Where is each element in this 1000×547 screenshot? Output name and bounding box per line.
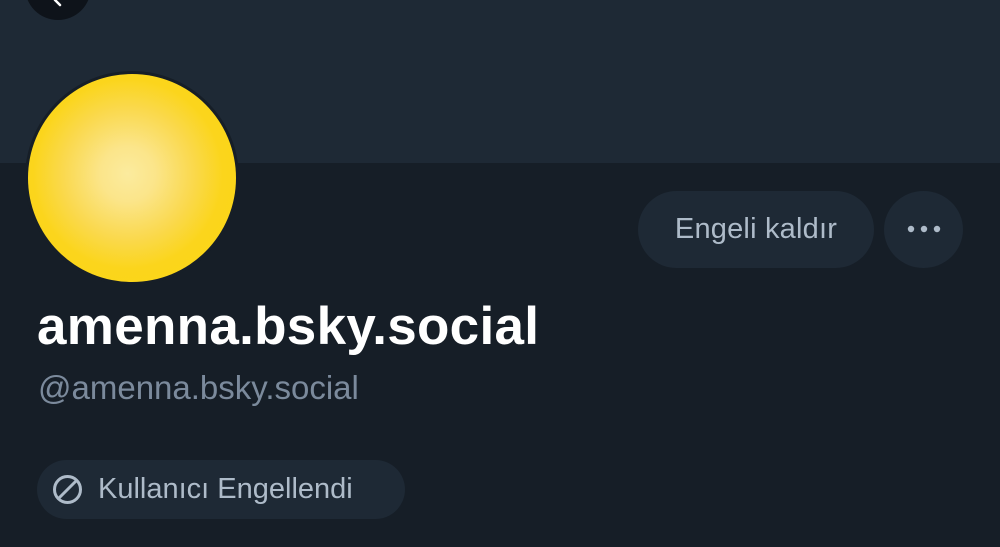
block-icon bbox=[52, 474, 83, 505]
profile-handle: @amenna.bsky.social bbox=[38, 369, 359, 406]
more-options-button[interactable] bbox=[884, 191, 963, 268]
unblock-button[interactable]: Engeli kaldır bbox=[638, 191, 874, 268]
avatar[interactable] bbox=[25, 71, 239, 285]
display-name: amenna.bsky.social bbox=[37, 297, 540, 356]
ellipsis-icon bbox=[906, 221, 942, 239]
chevron-left-icon bbox=[51, 0, 65, 20]
blocked-status-label: Kullanıcı Engellendi bbox=[98, 473, 353, 505]
unblock-button-label: Engeli kaldır bbox=[674, 213, 838, 245]
avatar-image bbox=[28, 74, 236, 282]
blocked-status-badge: Kullanıcı Engellendi bbox=[37, 460, 405, 519]
